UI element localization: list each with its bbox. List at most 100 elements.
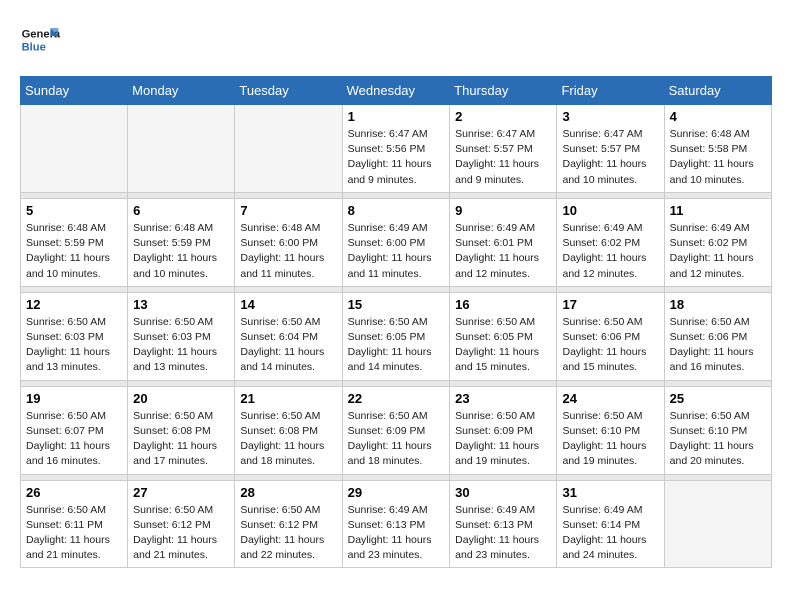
calendar-cell: 13Sunrise: 6:50 AMSunset: 6:03 PMDayligh… [128,292,235,380]
calendar-cell: 22 Sunrise: 6:50 AMSunset: 6:09 PMDayligh… [342,386,450,474]
day-info: Sunrise: 6:50 AMSunset: 6:09 PMDaylight:… [455,409,551,470]
day-info: Sunrise: 6:48 AMSunset: 5:59 PMDaylight:… [26,221,122,282]
day-info: Sunrise: 6:50 AMSunset: 6:08 PMDaylight:… [240,409,336,470]
day-info: Sunrise: 6:50 AMSunset: 6:05 PMDaylight:… [455,315,551,376]
day-number: 12 [26,297,122,312]
calendar-cell: 7 Sunrise: 6:48 AMSunset: 6:00 PMDaylight… [235,198,342,286]
calendar-cell: 2Sunrise: 6:47 AMSunset: 5:57 PMDaylight… [450,105,557,193]
day-number: 29 [348,485,445,500]
day-number: 14 [240,297,336,312]
day-number: 19 [26,391,122,406]
page-header: General Blue [20,20,772,60]
day-info: Sunrise: 6:48 AMSunset: 5:58 PMDaylight:… [670,127,766,188]
day-info: Sunrise: 6:50 AMSunset: 6:05 PMDaylight:… [348,315,445,376]
calendar-cell: 10Sunrise: 6:49 AMSunset: 6:02 PMDayligh… [557,198,664,286]
calendar-cell [235,105,342,193]
day-number: 9 [455,203,551,218]
calendar-cell: 19 Sunrise: 6:50 AMSunset: 6:07 PMDayligh… [21,386,128,474]
day-info: Sunrise: 6:47 AMSunset: 5:57 PMDaylight:… [562,127,658,188]
day-number: 1 [348,109,445,124]
day-info: Sunrise: 6:48 AMSunset: 6:00 PMDaylight:… [240,221,336,282]
calendar-cell: 17 Sunrise: 6:50 AMSunset: 6:06 PMDayligh… [557,292,664,380]
calendar-cell: 15 Sunrise: 6:50 AMSunset: 6:05 PMDayligh… [342,292,450,380]
calendar-cell: 24Sunrise: 6:50 AMSunset: 6:10 PMDayligh… [557,386,664,474]
day-info: Sunrise: 6:47 AMSunset: 5:56 PMDaylight:… [348,127,445,188]
day-info: Sunrise: 6:49 AMSunset: 6:13 PMDaylight:… [348,503,445,564]
day-info: Sunrise: 6:50 AMSunset: 6:08 PMDaylight:… [133,409,229,470]
calendar-cell: 21 Sunrise: 6:50 AMSunset: 6:08 PMDayligh… [235,386,342,474]
calendar-cell: 3 Sunrise: 6:47 AMSunset: 5:57 PMDaylight… [557,105,664,193]
day-info: Sunrise: 6:49 AMSunset: 6:01 PMDaylight:… [455,221,551,282]
calendar-cell [128,105,235,193]
day-info: Sunrise: 6:50 AMSunset: 6:10 PMDaylight:… [562,409,658,470]
day-number: 31 [562,485,658,500]
day-number: 6 [133,203,229,218]
day-info: Sunrise: 6:50 AMSunset: 6:10 PMDaylight:… [670,409,766,470]
weekday-header-tuesday: Tuesday [235,77,342,105]
weekday-header-monday: Monday [128,77,235,105]
calendar-cell: 28Sunrise: 6:50 AMSunset: 6:12 PMDayligh… [235,480,342,568]
calendar-cell: 12Sunrise: 6:50 AMSunset: 6:03 PMDayligh… [21,292,128,380]
day-info: Sunrise: 6:49 AMSunset: 6:02 PMDaylight:… [670,221,766,282]
week-row-2: 12Sunrise: 6:50 AMSunset: 6:03 PMDayligh… [21,292,772,380]
calendar-cell: 29 Sunrise: 6:49 AMSunset: 6:13 PMDayligh… [342,480,450,568]
day-number: 5 [26,203,122,218]
calendar-table: SundayMondayTuesdayWednesdayThursdayFrid… [20,76,772,568]
day-info: Sunrise: 6:50 AMSunset: 6:07 PMDaylight:… [26,409,122,470]
day-number: 8 [348,203,445,218]
day-info: Sunrise: 6:50 AMSunset: 6:12 PMDaylight:… [240,503,336,564]
day-number: 27 [133,485,229,500]
calendar-cell: 5 Sunrise: 6:48 AMSunset: 5:59 PMDaylight… [21,198,128,286]
day-info: Sunrise: 6:50 AMSunset: 6:12 PMDaylight:… [133,503,229,564]
day-number: 26 [26,485,122,500]
calendar-cell: 6 Sunrise: 6:48 AMSunset: 5:59 PMDaylight… [128,198,235,286]
calendar-cell: 31 Sunrise: 6:49 AMSunset: 6:14 PMDayligh… [557,480,664,568]
calendar-cell: 14 Sunrise: 6:50 AMSunset: 6:04 PMDayligh… [235,292,342,380]
calendar-cell [21,105,128,193]
weekday-header-wednesday: Wednesday [342,77,450,105]
day-number: 25 [670,391,766,406]
calendar-cell: 23Sunrise: 6:50 AMSunset: 6:09 PMDayligh… [450,386,557,474]
calendar-cell: 4Sunrise: 6:48 AMSunset: 5:58 PMDaylight… [664,105,771,193]
day-number: 17 [562,297,658,312]
day-info: Sunrise: 6:50 AMSunset: 6:09 PMDaylight:… [348,409,445,470]
day-number: 11 [670,203,766,218]
calendar-cell: 9 Sunrise: 6:49 AMSunset: 6:01 PMDaylight… [450,198,557,286]
calendar-cell: 25 Sunrise: 6:50 AMSunset: 6:10 PMDayligh… [664,386,771,474]
day-info: Sunrise: 6:50 AMSunset: 6:04 PMDaylight:… [240,315,336,376]
day-number: 3 [562,109,658,124]
weekday-header-thursday: Thursday [450,77,557,105]
day-info: Sunrise: 6:49 AMSunset: 6:00 PMDaylight:… [348,221,445,282]
weekday-header-row: SundayMondayTuesdayWednesdayThursdayFrid… [21,77,772,105]
calendar-cell: 8 Sunrise: 6:49 AMSunset: 6:00 PMDaylight… [342,198,450,286]
calendar-cell: 27 Sunrise: 6:50 AMSunset: 6:12 PMDayligh… [128,480,235,568]
day-number: 13 [133,297,229,312]
day-number: 21 [240,391,336,406]
logo: General Blue [20,20,60,60]
weekday-header-saturday: Saturday [664,77,771,105]
day-number: 22 [348,391,445,406]
day-info: Sunrise: 6:50 AMSunset: 6:11 PMDaylight:… [26,503,122,564]
day-info: Sunrise: 6:49 AMSunset: 6:14 PMDaylight:… [562,503,658,564]
day-info: Sunrise: 6:50 AMSunset: 6:06 PMDaylight:… [562,315,658,376]
day-number: 18 [670,297,766,312]
day-number: 15 [348,297,445,312]
day-info: Sunrise: 6:48 AMSunset: 5:59 PMDaylight:… [133,221,229,282]
week-row-3: 19 Sunrise: 6:50 AMSunset: 6:07 PMDayligh… [21,386,772,474]
calendar-cell: 18 Sunrise: 6:50 AMSunset: 6:06 PMDayligh… [664,292,771,380]
calendar-cell: 26 Sunrise: 6:50 AMSunset: 6:11 PMDayligh… [21,480,128,568]
weekday-header-sunday: Sunday [21,77,128,105]
calendar-cell: 11 Sunrise: 6:49 AMSunset: 6:02 PMDayligh… [664,198,771,286]
day-number: 20 [133,391,229,406]
week-row-0: 1 Sunrise: 6:47 AMSunset: 5:56 PMDaylight… [21,105,772,193]
logo-icon: General Blue [20,20,60,60]
day-number: 30 [455,485,551,500]
calendar-cell: 16Sunrise: 6:50 AMSunset: 6:05 PMDayligh… [450,292,557,380]
calendar-cell [664,480,771,568]
day-number: 2 [455,109,551,124]
week-row-1: 5 Sunrise: 6:48 AMSunset: 5:59 PMDaylight… [21,198,772,286]
calendar-cell: 20 Sunrise: 6:50 AMSunset: 6:08 PMDayligh… [128,386,235,474]
day-info: Sunrise: 6:50 AMSunset: 6:06 PMDaylight:… [670,315,766,376]
weekday-header-friday: Friday [557,77,664,105]
day-number: 7 [240,203,336,218]
